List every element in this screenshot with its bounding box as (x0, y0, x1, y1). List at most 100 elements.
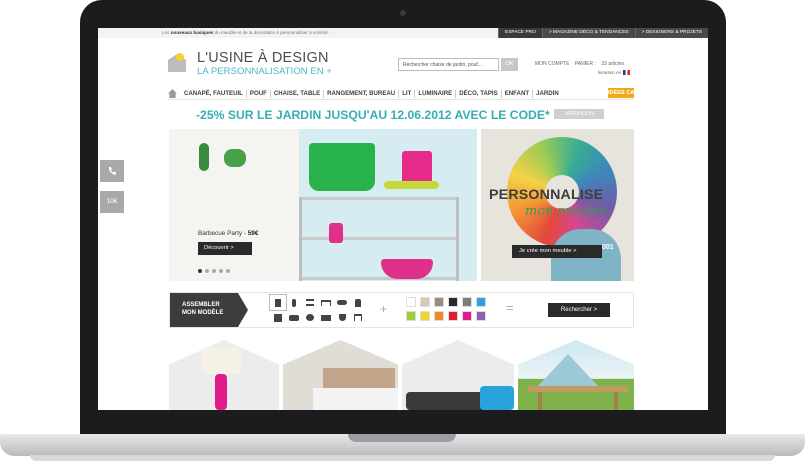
home-icon[interactable] (168, 89, 177, 98)
discover-button[interactable]: Découvrir > (198, 242, 252, 255)
shelf-icon[interactable] (302, 295, 318, 310)
logo-subtitle: LA PERSONNALISATION EN + (197, 66, 332, 77)
desk-icon[interactable] (318, 295, 334, 310)
slider-dot[interactable] (198, 269, 202, 273)
nav-item-deco[interactable]: DÉCO, TAPIS (455, 89, 500, 98)
color-swatch[interactable] (434, 311, 444, 321)
color-swatch[interactable] (476, 297, 486, 307)
hero-slider[interactable]: Barbecue Party - 59€ Découvrir > (169, 129, 477, 281)
bed-icon[interactable] (318, 310, 334, 325)
pendant-lamp-icon[interactable] (334, 310, 350, 325)
configurator-label: ASSEMBLER MON MODÈLE (170, 293, 238, 327)
metal-shelf (299, 197, 459, 281)
color-swatch[interactable] (448, 297, 458, 307)
model-configurator: ASSEMBLER MON MODÈLE + = Rechercher > (169, 292, 634, 328)
color-swatch[interactable] (434, 297, 444, 307)
slider-dot[interactable] (226, 269, 230, 273)
lamp-icon[interactable] (286, 295, 302, 310)
delivery-info: livraison en (598, 70, 631, 76)
nav-item-chaise[interactable]: CHAISE, TABLE (269, 89, 323, 98)
nav-item-luminaire[interactable]: LUMINAIRE (414, 89, 455, 98)
search-button[interactable]: OK (501, 58, 518, 71)
sofa-blue-seat (480, 386, 514, 410)
nav-item-jardin[interactable]: JARDIN (532, 89, 562, 98)
color-swatch-grid (406, 297, 490, 325)
camera (400, 10, 406, 16)
sofa-icon[interactable] (286, 310, 302, 325)
category-tile-garden[interactable] (518, 340, 634, 410)
slider-dot[interactable] (219, 269, 223, 273)
logo-icon[interactable] (168, 52, 186, 72)
personalize-promo[interactable]: PERSONNALISE mon meuble Je crée mon meub… (481, 129, 634, 281)
nav-item-enfant[interactable]: ENFANT (500, 89, 532, 98)
delivery-label: livraison en (598, 70, 622, 75)
lamp-base (215, 374, 227, 410)
nav-item-rangement[interactable]: RANGEMENT, BUREAU (323, 89, 398, 98)
category-tile-lighting[interactable] (169, 340, 279, 410)
color-swatch[interactable] (462, 311, 472, 321)
category-tile-sofa[interactable] (402, 340, 514, 410)
bed-frame (313, 388, 398, 410)
color-swatch[interactable] (448, 311, 458, 321)
slider-dots (198, 269, 233, 273)
furniture-type-grid (269, 294, 366, 325)
color-swatch[interactable] (420, 297, 430, 307)
pouf-icon[interactable] (302, 310, 318, 325)
pink-pot (329, 223, 343, 243)
pink-bowl (381, 259, 433, 279)
hanging-plant (199, 143, 209, 171)
personalize-title: PERSONNALISE (489, 187, 604, 203)
cart-link[interactable]: PANIER : (575, 61, 596, 67)
cabinet-icon[interactable] (270, 310, 286, 325)
top-bar: Les nouveaux basiques du meuble et de la… (98, 28, 708, 38)
personalize-subtitle: mon meuble (525, 204, 607, 219)
bike-icon[interactable] (334, 295, 350, 310)
logo-title[interactable]: L'USINE À DESIGN (197, 50, 329, 66)
color-swatch[interactable] (476, 311, 486, 321)
laptop-shadow (30, 455, 775, 461)
phone-tab[interactable] (100, 160, 124, 182)
tagline: Les nouveaux basiques du meuble et de la… (162, 30, 329, 35)
color-swatch[interactable] (462, 297, 472, 307)
laptop-notch (348, 434, 456, 442)
main-nav: CANAPÉ, FAUTEUIL POUF CHAISE, TABLE RANG… (168, 88, 634, 100)
account-link[interactable]: MON COMPTE (535, 61, 569, 67)
color-swatch[interactable] (420, 311, 430, 321)
nav-item-pouf[interactable]: POUF (245, 89, 270, 98)
link-espace-pro[interactable]: ESPACE PRO (498, 28, 542, 38)
configurator-search-button[interactable]: Rechercher > (548, 303, 610, 317)
create-furniture-button[interactable]: Je crée mon meuble > (512, 245, 602, 258)
tagline-rest: du meuble et de la décoration à personna… (214, 30, 330, 35)
hanging-plant (224, 149, 246, 167)
hero-caption-price: 59€ (247, 230, 259, 237)
nav-item-lit[interactable]: LIT (398, 89, 414, 98)
phone-icon (108, 167, 116, 175)
category-tile-bed[interactable] (283, 340, 398, 410)
color-swatch[interactable] (406, 311, 416, 321)
price-tab[interactable]: 10€ (100, 191, 124, 213)
search-input[interactable]: Rechercher chaise de jardin, pouf... (398, 58, 499, 71)
color-swatch[interactable] (406, 297, 416, 307)
stool-icon[interactable] (350, 295, 366, 310)
tagline-prefix: Les (162, 30, 170, 35)
account-links: MON COMPTE PANIER : 33 articles (535, 61, 624, 67)
france-flag-icon[interactable] (623, 70, 631, 76)
green-basket (309, 143, 375, 191)
nav-gift-ideas-button[interactable]: IDÉES CADEAU (608, 88, 650, 98)
top-links: ESPACE PRO > MAGAZINE DÉCO & TENDANCES >… (498, 28, 708, 38)
table-icon[interactable] (350, 310, 366, 325)
link-designers[interactable]: > DESIGNERS & PROJETS (634, 28, 708, 38)
garden-table-leg (614, 392, 618, 410)
hero-caption-label: Barbecue Party - (198, 230, 246, 237)
link-magazine[interactable]: > MAGAZINE DÉCO & TENDANCES (541, 28, 635, 38)
nav-item-canape[interactable]: CANAPÉ, FAUTEUIL (181, 90, 246, 98)
equals-sign: = (506, 300, 514, 315)
chair-icon[interactable] (269, 294, 287, 311)
hero-caption: Barbecue Party - 59€ (198, 230, 258, 237)
lime-tray (384, 181, 439, 189)
promo-number: 001 (602, 244, 614, 251)
configurator-arrow (238, 293, 248, 327)
promo-banner[interactable]: -25% SUR LE JARDIN JUSQU'AU 12.06.2012 A… (196, 108, 550, 122)
slider-dot[interactable] (205, 269, 209, 273)
slider-dot[interactable] (212, 269, 216, 273)
